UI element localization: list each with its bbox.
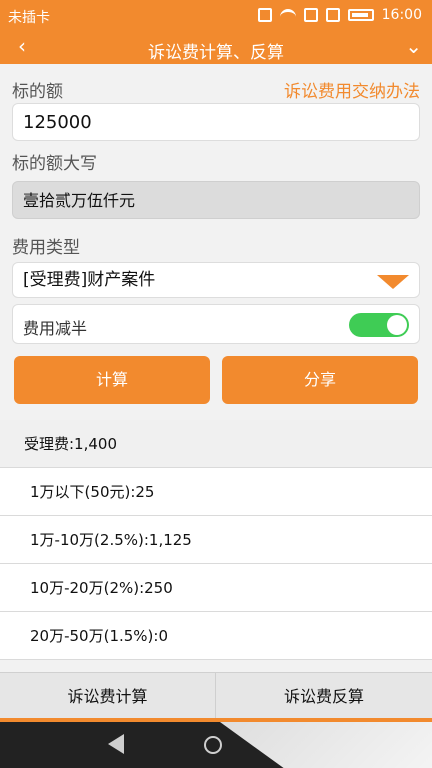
nav-back-icon[interactable]: [108, 734, 124, 754]
amount-caps-field: 壹拾贰万伍仟元: [12, 181, 420, 219]
tab-fee-calculation[interactable]: 诉讼费计算: [0, 673, 216, 721]
vibrate-icon: [257, 8, 272, 22]
share-button[interactable]: 分享: [222, 356, 418, 404]
title-bar: ‹ 诉讼费计算、反算 ⌄: [0, 32, 432, 64]
toggle-knob: [387, 315, 407, 335]
half-fee-toggle[interactable]: [349, 313, 409, 337]
list-item: 受理费:1,400: [0, 420, 432, 468]
amount-caps-label: 标的额大写: [12, 154, 97, 174]
half-fee-label: 费用减半: [23, 319, 88, 338]
carrier-text: 未插卡: [8, 10, 50, 26]
page-title: 诉讼费计算、反算: [148, 43, 284, 63]
result-list: 受理费:1,400 1万以下(50元):25 1万-10万(2.5%):1,12…: [0, 420, 432, 660]
fee-type-select[interactable]: [受理费]财产案件: [12, 262, 420, 298]
sim-slot-2-icon: [325, 8, 340, 22]
amount-input[interactable]: [12, 103, 420, 141]
list-item: 20万-50万(1.5%):0: [0, 612, 432, 660]
chevron-down-icon[interactable]: ⌄: [405, 34, 422, 58]
calculate-button[interactable]: 计算: [14, 356, 210, 404]
payment-rules-link[interactable]: 诉讼费用交纳办法: [284, 77, 420, 102]
status-time: 16:00: [381, 7, 422, 23]
amount-label: 标的额: [12, 82, 63, 102]
list-item: 1万以下(50元):25: [0, 468, 432, 516]
nav-home-icon[interactable]: [204, 736, 222, 754]
wifi-icon: [279, 9, 296, 21]
fee-type-value: [受理费]财产案件: [23, 270, 156, 290]
status-icons: 16:00: [257, 7, 422, 23]
list-item: 1万-10万(2.5%):1,125: [0, 516, 432, 564]
dropdown-arrow-icon: [377, 275, 409, 289]
battery-icon: [347, 9, 374, 21]
bottom-tab-bar: 诉讼费计算 诉讼费反算: [0, 672, 432, 721]
sim-slot-1-icon: [303, 8, 318, 22]
fee-type-label: 费用类型: [12, 238, 80, 258]
half-fee-row: 费用减半: [12, 304, 420, 344]
list-item: 10万-20万(2%):250: [0, 564, 432, 612]
status-bar: 未插卡 16:00: [0, 0, 432, 32]
tab-fee-reverse[interactable]: 诉讼费反算: [216, 673, 432, 721]
